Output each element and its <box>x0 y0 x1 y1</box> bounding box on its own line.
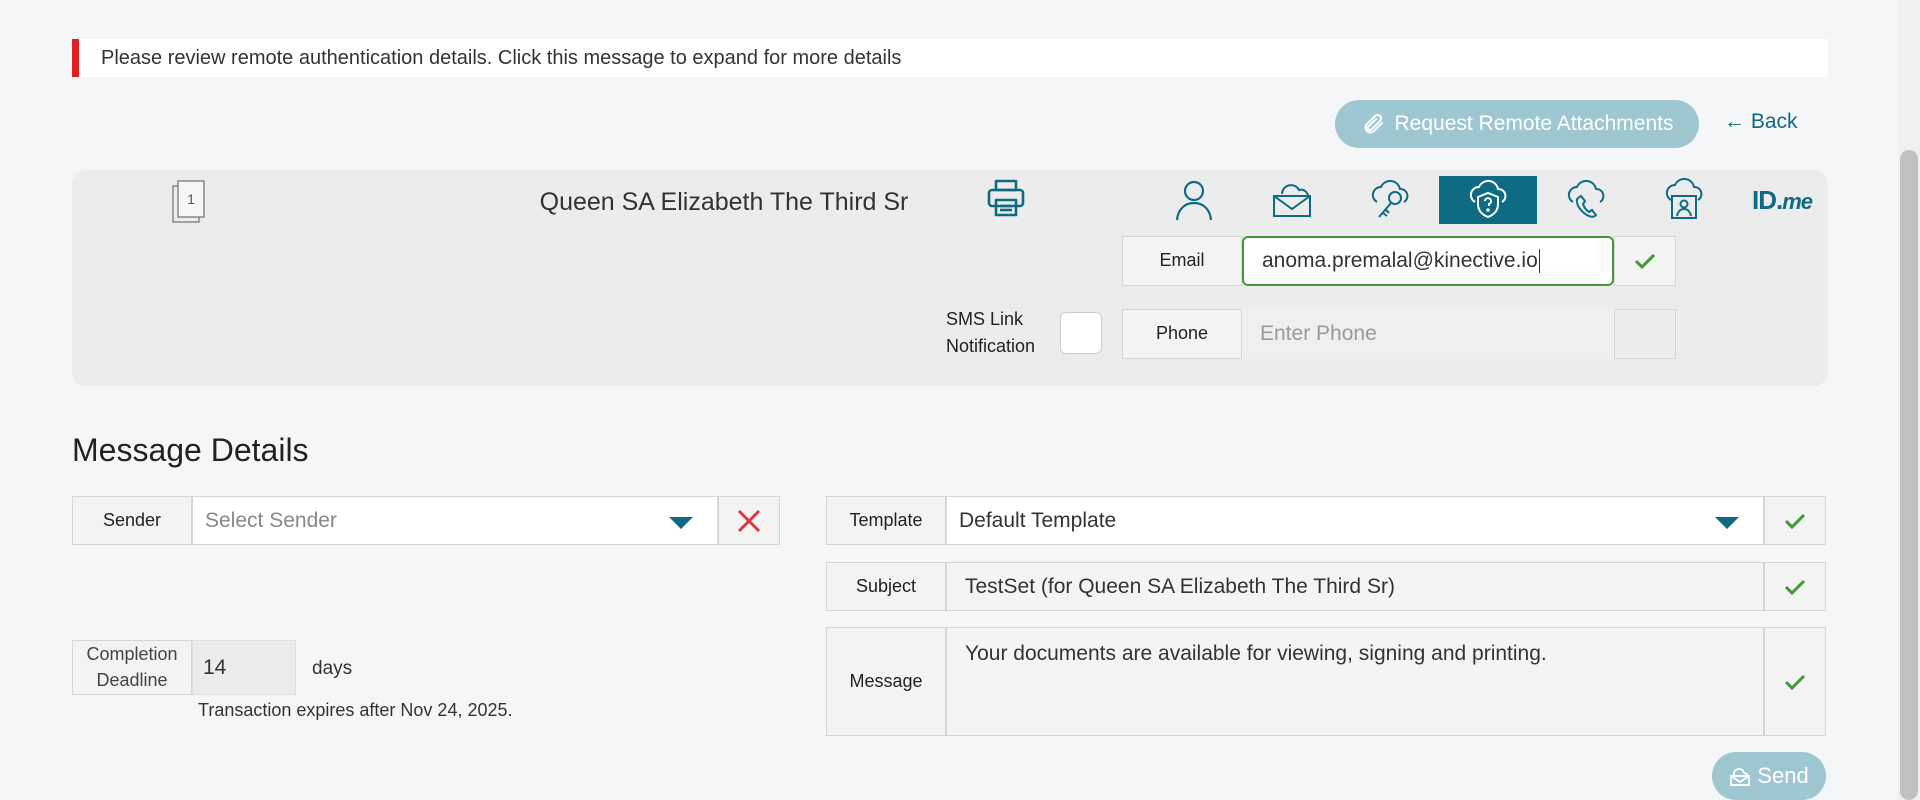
close-icon <box>737 509 761 532</box>
sender-label: Sender <box>72 496 192 545</box>
scrollbar-thumb[interactable] <box>1900 150 1918 800</box>
send-button[interactable]: Send <box>1712 752 1826 800</box>
email-label: Email <box>1122 236 1242 286</box>
chevron-down-icon <box>669 517 693 529</box>
shield-question-icon <box>1469 179 1507 219</box>
template-valid-indicator <box>1764 496 1826 545</box>
key-cloud-icon <box>1371 179 1409 218</box>
auth-tab-email[interactable] <box>1243 176 1341 224</box>
recipient-card: 1 Queen SA Elizabeth The Third Sr ID.me <box>72 170 1828 386</box>
completion-deadline-label: Completion Deadline <box>72 640 192 695</box>
phone-valid-indicator <box>1614 309 1676 359</box>
checkmark-icon <box>1634 253 1656 270</box>
sms-link-notification-checkbox[interactable] <box>1060 312 1102 354</box>
phone-label: Phone <box>1122 309 1242 359</box>
person-icon <box>1175 180 1213 221</box>
phone-input[interactable]: Enter Phone <box>1242 309 1614 359</box>
auth-tab-person[interactable] <box>1145 176 1243 224</box>
message-textarea[interactable]: Your documents are available for viewing… <box>946 627 1764 736</box>
back-label: ← Back <box>1724 110 1798 133</box>
subject-label: Subject <box>826 562 946 611</box>
checkmark-icon <box>1784 579 1806 595</box>
alert-text: Please review remote authentication deta… <box>101 46 902 69</box>
message-value: Your documents are available for viewing… <box>965 642 1547 665</box>
sender-select[interactable]: Select Sender <box>192 496 718 545</box>
phone-placeholder: Enter Phone <box>1260 322 1377 345</box>
alert-banner[interactable]: Please review remote authentication deta… <box>72 39 1828 77</box>
subject-valid-indicator <box>1764 562 1826 611</box>
expiry-note: Transaction expires after Nov 24, 2025. <box>198 700 513 720</box>
idme-logo: ID.me <box>1751 184 1813 215</box>
template-value: Default Template <box>959 508 1117 532</box>
auth-method-tabs: ID.me <box>1145 176 1831 224</box>
back-link[interactable]: ← Back <box>1724 110 1798 134</box>
auth-tab-key[interactable] <box>1341 176 1439 224</box>
email-valid-indicator <box>1614 236 1676 286</box>
auth-tab-idme[interactable]: ID.me <box>1733 176 1831 224</box>
auth-tab-security-questions[interactable] <box>1439 176 1537 224</box>
chevron-down-icon <box>1715 517 1739 529</box>
template-label: Template <box>826 496 946 545</box>
email-value: anoma.premalal@kinective.io <box>1262 249 1538 272</box>
text-cursor <box>1538 249 1540 273</box>
days-unit: days <box>312 658 353 679</box>
request-remote-attachments-label: Request Remote Attachments <box>1394 112 1674 135</box>
request-remote-attachments-button[interactable]: Request Remote Attachments <box>1335 100 1699 148</box>
completion-deadline-value: 14 <box>203 655 227 679</box>
message-valid-indicator <box>1764 627 1826 736</box>
clear-sender-button[interactable] <box>718 496 780 545</box>
auth-tab-id-card[interactable] <box>1635 176 1733 224</box>
template-select[interactable]: Default Template <box>946 496 1764 545</box>
checkmark-icon <box>1784 513 1806 529</box>
subject-input[interactable]: TestSet (for Queen SA Elizabeth The Thir… <box>946 562 1764 611</box>
sms-link-notification-label: SMS Link Notification <box>946 309 1036 356</box>
id-card-cloud-icon <box>1665 178 1703 219</box>
sender-placeholder: Select Sender <box>205 508 337 532</box>
auth-tab-phone[interactable] <box>1537 176 1635 224</box>
email-input[interactable]: anoma.premalal@kinective.io <box>1242 236 1614 286</box>
email-icon <box>1273 184 1311 217</box>
paperclip-icon <box>1364 113 1383 134</box>
message-label: Message <box>826 627 946 736</box>
section-title: Message Details <box>72 432 309 468</box>
subject-value: TestSet (for Queen SA Elizabeth The Thir… <box>965 574 1395 598</box>
send-mail-icon <box>1730 768 1751 786</box>
checkmark-icon <box>1784 674 1806 690</box>
completion-deadline-input[interactable]: 14 <box>192 640 296 695</box>
printer-icon[interactable] <box>984 176 1028 220</box>
phone-cloud-icon <box>1567 179 1605 218</box>
send-label: Send <box>1757 763 1809 788</box>
